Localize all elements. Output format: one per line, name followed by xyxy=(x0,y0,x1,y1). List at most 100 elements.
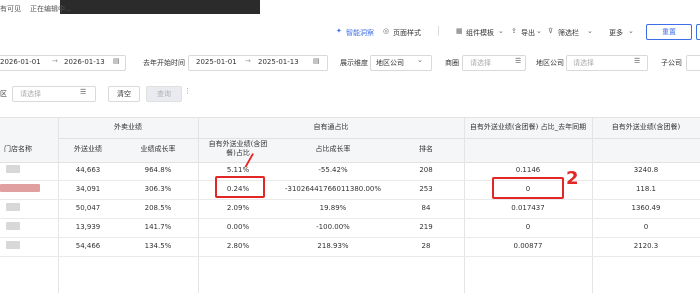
company-label: 地区公司 xyxy=(536,59,564,67)
redacted-title-bar xyxy=(60,0,260,14)
column-ratio-growth[interactable]: 占比成长率 xyxy=(278,144,388,154)
chevron-down-icon: ⌄ xyxy=(536,27,542,35)
annotation-box-2 xyxy=(492,177,564,199)
row-divider xyxy=(0,218,700,219)
business-area-label: 商圈 xyxy=(445,59,459,67)
dimension-label: 展示维度 xyxy=(340,59,368,67)
table-cell: 218.93% xyxy=(317,242,349,250)
table-cell: 44,663 xyxy=(75,166,101,174)
row-divider xyxy=(0,256,700,257)
table-cell: 208.5% xyxy=(144,204,172,212)
table-cell: 253 xyxy=(419,185,433,193)
region-label: 区 xyxy=(0,90,7,98)
table-cell: 5.11% xyxy=(226,166,250,174)
redacted-store-name xyxy=(0,184,40,192)
group-header-own-ratio: 自有通占比 xyxy=(313,123,349,131)
ly-start-value[interactable]: 2025-01-01 xyxy=(196,58,237,66)
row-divider xyxy=(0,180,700,181)
table-cell: 2.09% xyxy=(226,204,250,212)
table-cell: 306.3% xyxy=(144,185,172,193)
status-editing: 正在编辑中... xyxy=(30,5,72,13)
table-cell: 0 xyxy=(525,223,531,231)
date-end-value[interactable]: 2026-01-13 xyxy=(64,58,105,66)
chevron-down-icon: ⌄ xyxy=(498,27,504,35)
table-cell: 2.80% xyxy=(226,242,250,250)
dimension-value[interactable]: 地区公司 xyxy=(376,58,404,68)
table-cell: 54,466 xyxy=(75,242,101,250)
template-icon: ▦ xyxy=(456,27,463,35)
component-template-button[interactable]: 组件模板 xyxy=(466,28,494,38)
smart-insight-button[interactable]: 智能洞察 xyxy=(346,28,374,38)
export-button[interactable]: 导出 xyxy=(521,28,535,38)
filter-icon: ⊽ xyxy=(548,27,554,35)
more-button[interactable]: 更多 xyxy=(609,28,623,38)
annotation-box-1 xyxy=(215,176,265,198)
chevron-down-icon: ⌄ xyxy=(628,27,634,35)
table-cell: 2120.3 xyxy=(633,242,659,250)
table-cell: 1360.49 xyxy=(631,204,661,212)
export-icon: ⇪ xyxy=(511,27,517,35)
page-style-button[interactable]: 页面样式 xyxy=(393,28,421,38)
table-cell: 964.8% xyxy=(144,166,172,174)
table-cell: 219 xyxy=(419,223,433,231)
table-cell: 134.5% xyxy=(144,242,172,250)
query-button[interactable]: 查询 xyxy=(146,86,182,102)
table-cell: -55.42% xyxy=(318,166,348,174)
filter-bar-button[interactable]: 筛选栏 xyxy=(558,28,579,38)
company-placeholder[interactable]: 请选择 xyxy=(573,58,594,68)
table-cell: 141.7% xyxy=(144,223,172,231)
page-style-icon: ◎ xyxy=(383,27,390,35)
sub-company-select[interactable] xyxy=(686,55,700,71)
list-icon: ☰ xyxy=(515,57,522,65)
group-header-takeout: 外卖业绩 xyxy=(114,123,142,131)
column-own-delivery-ratio[interactable]: 自有外送业绩(含团餐)占比 xyxy=(208,140,268,158)
table-cell: 19.89% xyxy=(319,204,347,212)
table-cell: 0.017437 xyxy=(511,204,545,212)
calendar-icon[interactable]: ▤ xyxy=(313,57,320,65)
table-cell: 0 xyxy=(643,223,649,231)
clear-button[interactable]: 清空 xyxy=(108,86,140,102)
table-cell: 13,939 xyxy=(75,223,101,231)
arrow-right-icon: → xyxy=(245,57,251,65)
redacted-store-name xyxy=(6,241,20,249)
redacted-store-name xyxy=(6,203,20,211)
smart-insight-icon: ✦ xyxy=(336,27,342,35)
reset-button[interactable]: 重置 xyxy=(646,24,692,40)
column-delivery-revenue[interactable]: 外送业绩 xyxy=(58,144,118,154)
chevron-down-icon: ⌄ xyxy=(417,56,423,64)
region-placeholder[interactable]: 请选择 xyxy=(20,89,41,99)
table-cell: 50,047 xyxy=(75,204,101,212)
date-start-value[interactable]: 2026-01-01 xyxy=(0,58,41,66)
group-header-own-delivery: 自有外送业绩(含团餐) xyxy=(611,123,681,131)
table-cell: -100.00% xyxy=(316,223,350,231)
status-visible: 有可见 xyxy=(0,5,21,13)
table-cell: 3240.8 xyxy=(633,166,659,174)
ly-end-value[interactable]: 2025-01-13 xyxy=(258,58,299,66)
list-icon: ☰ xyxy=(634,57,641,65)
sub-company-label: 子公司 xyxy=(661,59,682,67)
column-store-name[interactable]: 门店名称 xyxy=(0,144,54,154)
group-header-last-year: 自有外送业绩(含团餐) 占比_去年同期 xyxy=(469,123,587,131)
chevron-down-icon: ⌄ xyxy=(587,27,593,35)
table-cell: 118.1 xyxy=(635,185,657,193)
toolbar-divider xyxy=(438,26,439,36)
table-cell: 84 xyxy=(421,204,431,212)
secondary-button[interactable] xyxy=(696,24,700,40)
table-cell: 34,091 xyxy=(75,185,101,193)
table-cell: 0.00% xyxy=(226,223,250,231)
table-cell: 208 xyxy=(419,166,433,174)
table-cell: -31026441766011380.00% xyxy=(284,185,382,193)
more-vertical-icon[interactable]: ⋮ xyxy=(184,87,191,95)
list-icon: ☰ xyxy=(80,88,87,96)
row-divider xyxy=(0,237,700,238)
header-divider xyxy=(58,138,700,139)
table-cell: 28 xyxy=(421,242,431,250)
calendar-icon[interactable]: ▤ xyxy=(113,57,120,65)
redacted-store-name xyxy=(6,165,20,173)
last-year-start-label: 去年开始时间 xyxy=(143,59,185,67)
column-growth-rate[interactable]: 业绩成长率 xyxy=(118,144,198,154)
table-cell: 0.00877 xyxy=(513,242,543,250)
column-rank[interactable]: 排名 xyxy=(388,144,464,154)
annotation-mark-2: 2 xyxy=(566,168,579,189)
business-area-placeholder[interactable]: 请选择 xyxy=(470,58,491,68)
